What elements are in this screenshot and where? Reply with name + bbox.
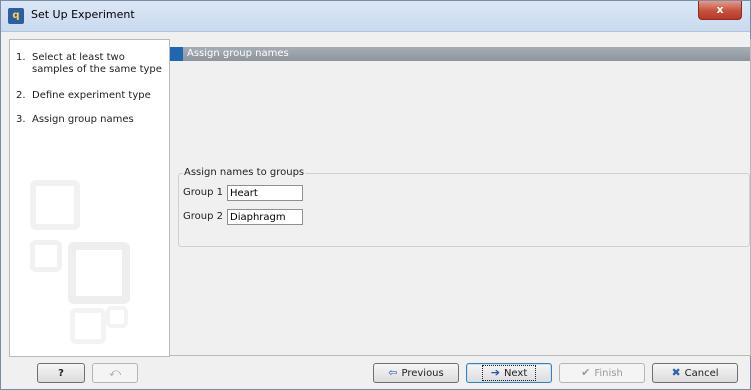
watermark-logo <box>10 40 169 356</box>
cancel-label: Cancel <box>684 367 719 379</box>
close-icon: x <box>716 3 724 16</box>
app-logo-icon: q <box>8 8 24 24</box>
close-button[interactable]: x <box>698 1 742 20</box>
group-1-label: Group 1 <box>183 187 223 198</box>
button-bar: ? ⤺ ⇦ Previous ➔ Next ✔ Finish ✖ Cancel <box>1 357 750 389</box>
title-bar[interactable]: q Set Up Experiment x <box>1 1 750 32</box>
section-title: Assign group names <box>187 48 289 59</box>
x-cross-icon: ✖ <box>671 366 681 379</box>
header-accent <box>170 47 183 61</box>
group-2-name-field[interactable] <box>227 209 303 225</box>
window-title: Set Up Experiment <box>31 8 135 21</box>
arrow-right-icon: ➔ <box>490 366 500 379</box>
arrow-left-icon: ⇦ <box>388 366 398 379</box>
help-label: ? <box>58 367 64 379</box>
previous-button[interactable]: ⇦ Previous <box>373 363 459 383</box>
group-1-name-field[interactable] <box>227 185 303 201</box>
finish-label: Finish <box>594 367 623 379</box>
group-names-box: Assign names to groups Group 1 Group 2 <box>178 167 750 247</box>
group-box-legend: Assign names to groups <box>183 167 306 178</box>
cancel-button[interactable]: ✖ Cancel <box>652 363 738 383</box>
steps-panel: 1. Select at least two samples of the sam… <box>9 39 170 357</box>
next-button[interactable]: ➔ Next <box>466 363 552 383</box>
undo-icon: ⤺ <box>109 366 121 379</box>
section-header: Assign group names <box>170 47 750 61</box>
help-button[interactable]: ? <box>37 363 85 383</box>
finish-button[interactable]: ✔ Finish <box>559 363 645 383</box>
checkmark-icon: ✔ <box>581 366 591 379</box>
dialog-window: q Set Up Experiment x 1. Select at least … <box>0 0 751 390</box>
next-focus-ring: ➔ Next <box>481 365 537 381</box>
content-panel: Assign group names Assign names to group… <box>170 39 751 356</box>
reset-button[interactable]: ⤺ <box>92 363 138 383</box>
previous-label: Previous <box>401 367 444 379</box>
next-label: Next <box>503 367 528 379</box>
group-2-label: Group 2 <box>183 211 223 222</box>
